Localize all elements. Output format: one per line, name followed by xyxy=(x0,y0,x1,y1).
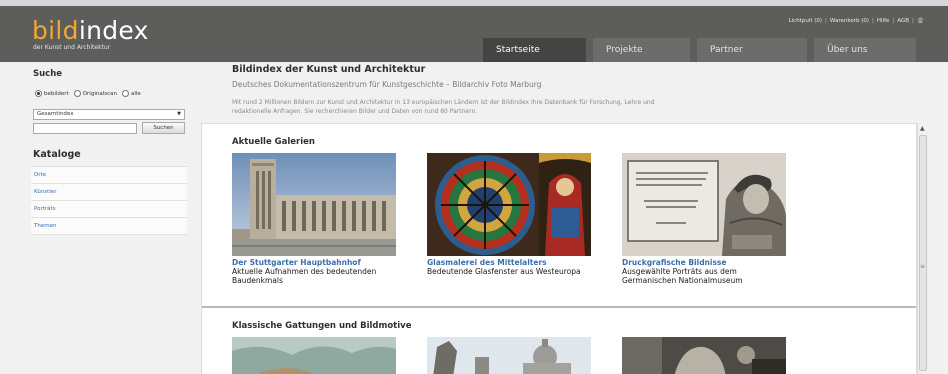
index-select-value: Gesamtindex xyxy=(37,111,74,117)
utility-links: Lichtpult (0) | Warenkorb (0) | Hilfe | … xyxy=(788,16,924,25)
page: bildindex der Kunst und Architektur Lich… xyxy=(0,0,948,374)
galleries-heading: Aktuelle Galerien xyxy=(232,137,315,147)
logo-accent: bild xyxy=(32,16,79,45)
search-input[interactable] xyxy=(33,123,137,134)
page-title: Bildindex der Kunst und Architektur xyxy=(232,64,426,75)
gallery-description: Ausgewählte Porträts aus dem Germanische… xyxy=(622,267,743,285)
tab-projekte[interactable]: Projekte xyxy=(593,38,690,62)
chevron-down-icon: ▼ xyxy=(177,111,181,117)
genre-painting-image[interactable] xyxy=(232,337,396,374)
tab-ueber-uns[interactable]: Über uns xyxy=(814,38,916,62)
lichtpult-link[interactable]: Lichtpult (0) xyxy=(789,18,822,24)
genre-architecture-image[interactable] xyxy=(427,337,591,374)
header-bar: bildindex der Kunst und Architektur Lich… xyxy=(0,0,948,62)
grip-icon: ≡ xyxy=(920,263,926,270)
main-tabs: Startseite Projekte Partner Über uns xyxy=(483,38,916,62)
radio-originalscan[interactable] xyxy=(73,90,81,97)
radio-bebildert[interactable] xyxy=(35,90,42,97)
radio-alle-label: alle xyxy=(131,90,141,97)
search-button[interactable]: Suchen xyxy=(142,122,185,134)
gallery-card: Der Stuttgarter Hauptbahnhof Aktuelle Au… xyxy=(232,153,397,285)
logo-main: index xyxy=(78,16,149,45)
page-subtitle: Deutsches Dokumentationszentrum für Kuns… xyxy=(232,80,542,89)
scrollbar-thumb[interactable] xyxy=(919,135,927,371)
stained-glass-image[interactable] xyxy=(427,153,591,256)
bildindex-logo[interactable]: bildindex xyxy=(32,18,149,44)
tab-startseite[interactable]: Startseite xyxy=(483,38,586,62)
gallery-card: Glasmalerei des Mittelalters Bedeutende … xyxy=(427,153,592,276)
catalog-heading: Kataloge xyxy=(33,149,81,160)
radio-originalscan-label: Originalscan xyxy=(82,90,117,97)
sidebar: Suche bebildert Originalscan alle Gesamt… xyxy=(27,62,193,374)
gallery-description: Bedeutende Glasfenster aus Westeuropa xyxy=(427,267,581,276)
section-divider xyxy=(202,306,916,308)
catalog-item-portraets[interactable]: Porträts xyxy=(31,201,187,218)
stuttgart-station-image[interactable] xyxy=(232,153,396,256)
gallery-title[interactable]: Der Stuttgarter Hauptbahnhof xyxy=(232,258,397,267)
tab-partner[interactable]: Partner xyxy=(697,38,807,62)
content-panel: Aktuelle Galerien Der Stuttgarter Hauptb… xyxy=(201,123,917,374)
scroll-up-icon[interactable]: ▲ xyxy=(920,125,925,132)
warenkorb-link[interactable]: Warenkorb (0) xyxy=(830,18,869,24)
gallery-title[interactable]: Druckgrafische Bildnisse xyxy=(622,258,787,267)
content-scrollbar[interactable]: ▲ ≡ xyxy=(917,123,928,374)
search-scope-radios: bebildert Originalscan alle xyxy=(35,90,144,97)
catalog-item-orte[interactable]: Orte xyxy=(31,167,187,184)
genre-sculpture-image[interactable] xyxy=(622,337,786,374)
index-select[interactable]: Gesamtindex ▼ xyxy=(33,109,185,120)
hilfe-link[interactable]: Hilfe xyxy=(877,18,890,24)
search-heading: Suche xyxy=(33,69,63,79)
catalog-item-themen[interactable]: Themen xyxy=(31,218,187,235)
trophy-icon[interactable]: ♕ xyxy=(917,16,924,25)
agb-link[interactable]: AGB xyxy=(897,18,909,24)
gallery-title[interactable]: Glasmalerei des Mittelalters xyxy=(427,258,592,267)
classic-genres-heading: Klassische Gattungen und Bildmotive xyxy=(232,321,412,331)
radio-alle[interactable] xyxy=(122,90,129,97)
catalog-item-kuenstler[interactable]: Künstler xyxy=(31,184,187,201)
catalog-list: Orte Künstler Porträts Themen xyxy=(31,166,187,235)
gallery-description: Aktuelle Aufnahmen des bedeutenden Baude… xyxy=(232,267,377,285)
portrait-print-image[interactable] xyxy=(622,153,786,256)
main-intro: Bildindex der Kunst und Architektur Deut… xyxy=(232,64,922,116)
logo-subtitle: der Kunst und Architektur xyxy=(33,44,111,51)
gallery-card: Druckgrafische Bildnisse Ausgewählte Por… xyxy=(622,153,787,285)
page-intro-text: Mit rund 2 Millionen Bildern zur Kunst u… xyxy=(232,99,655,115)
radio-bebildert-label: bebildert xyxy=(44,90,69,97)
